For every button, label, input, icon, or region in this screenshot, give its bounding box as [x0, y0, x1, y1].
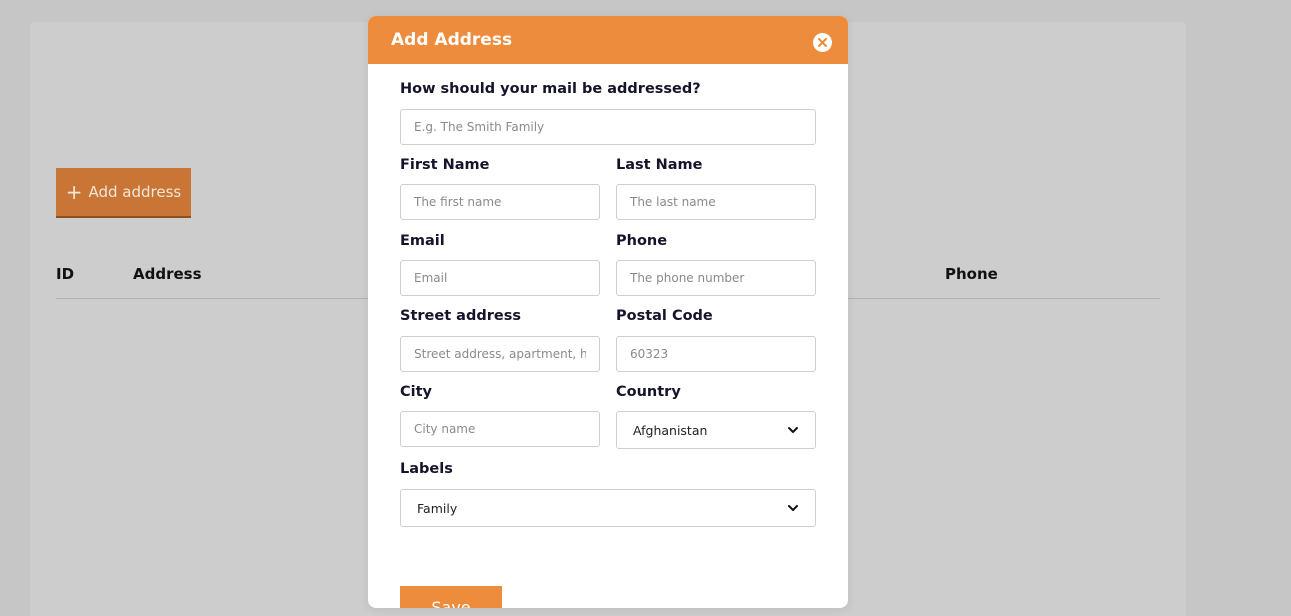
modal-header: Add Address: [368, 16, 848, 64]
addressed-label: How should your mail be addressed?: [400, 81, 701, 97]
country-select[interactable]: Afghanistan: [616, 411, 816, 449]
table-header-phone: Phone: [945, 265, 998, 283]
close-icon: [818, 38, 827, 47]
street-input[interactable]: [400, 336, 600, 372]
labels-label: Labels: [400, 461, 453, 477]
last-name-input[interactable]: [616, 184, 816, 220]
postal-code-input[interactable]: [616, 336, 816, 372]
last-name-label: Last Name: [616, 157, 703, 173]
country-label: Country: [616, 384, 681, 400]
add-address-modal: Add Address How should your mail be addr…: [368, 16, 848, 608]
addressed-input[interactable]: [400, 109, 816, 145]
country-value: Afghanistan: [633, 422, 708, 438]
postal-code-label: Postal Code: [616, 308, 713, 324]
email-label: Email: [400, 233, 445, 249]
first-name-label: First Name: [400, 157, 490, 173]
email-input[interactable]: [400, 260, 600, 296]
phone-input[interactable]: [616, 260, 816, 296]
modal-title: Add Address: [391, 30, 513, 50]
city-label: City: [400, 384, 432, 400]
first-name-input[interactable]: [400, 184, 600, 220]
street-label: Street address: [400, 308, 521, 324]
chevron-down-icon: [788, 427, 798, 433]
add-address-button[interactable]: + Add address: [56, 168, 191, 218]
close-button[interactable]: [813, 33, 832, 52]
phone-label: Phone: [616, 233, 668, 249]
labels-value: Family: [417, 500, 458, 516]
add-address-label: Add address: [88, 183, 182, 201]
labels-select[interactable]: Family: [400, 489, 816, 527]
table-header-address: Address: [133, 265, 202, 283]
table-header-id: ID: [56, 265, 75, 283]
plus-icon: +: [65, 180, 83, 204]
save-button[interactable]: Save: [400, 586, 502, 608]
chevron-down-icon: [788, 505, 798, 511]
city-input[interactable]: [400, 411, 600, 447]
